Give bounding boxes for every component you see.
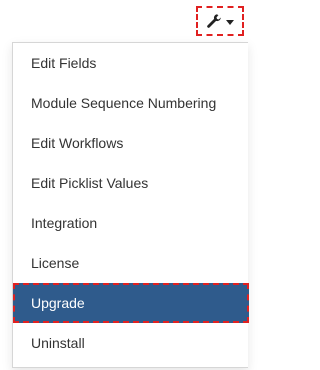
settings-dropdown-screen: Edit Fields Module Sequence Numbering Ed… (0, 0, 249, 370)
menu-item-license[interactable]: License (13, 243, 249, 283)
caret-down-icon (226, 19, 234, 25)
menu-item-edit-workflows[interactable]: Edit Workflows (13, 123, 249, 163)
menu-item-uninstall[interactable]: Uninstall (13, 323, 249, 363)
menu-item-integration[interactable]: Integration (13, 203, 249, 243)
settings-menu: Edit Fields Module Sequence Numbering Ed… (12, 42, 249, 368)
settings-dropdown-button[interactable] (196, 6, 244, 36)
wrench-icon (206, 13, 222, 29)
menu-item-upgrade[interactable]: Upgrade (13, 283, 249, 323)
menu-item-module-sequence-numbering[interactable]: Module Sequence Numbering (13, 83, 249, 123)
menu-item-edit-picklist-values[interactable]: Edit Picklist Values (13, 163, 249, 203)
menu-item-edit-fields[interactable]: Edit Fields (13, 43, 249, 83)
